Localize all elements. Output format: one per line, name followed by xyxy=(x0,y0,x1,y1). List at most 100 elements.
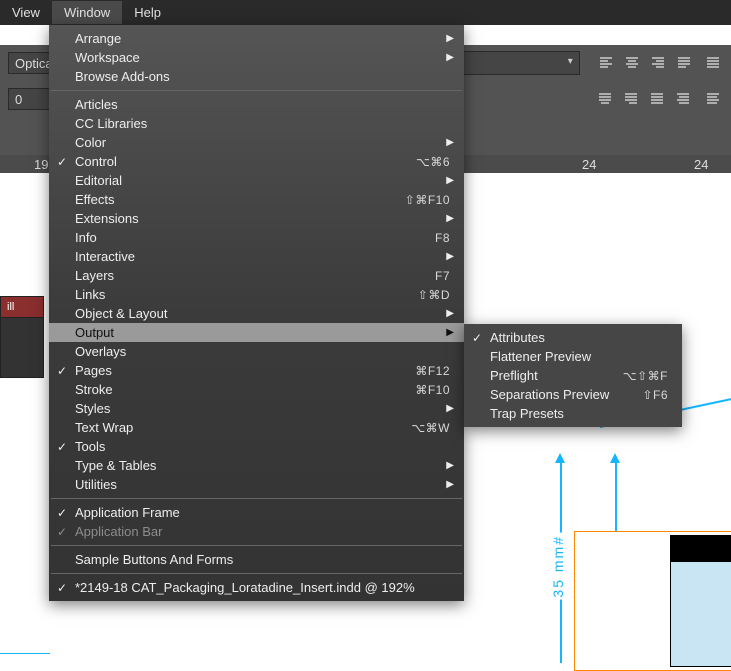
menu-item-label: Info xyxy=(75,230,435,245)
menu-item-stroke[interactable]: Stroke⌘F10 xyxy=(49,380,464,399)
menu-item-links[interactable]: Links⇧⌘D xyxy=(49,285,464,304)
align-center-button[interactable] xyxy=(620,51,644,75)
menu-item-label: Layers xyxy=(75,268,435,283)
menu-help[interactable]: Help xyxy=(122,1,173,24)
submenu-arrow-icon: ▶ xyxy=(446,52,454,63)
menu-separator xyxy=(51,90,462,91)
menu-item-label: Effects xyxy=(75,192,405,207)
menu-separator xyxy=(51,573,462,574)
menu-item-extensions[interactable]: Extensions▶ xyxy=(49,209,464,228)
menu-item-label: Control xyxy=(75,154,416,169)
menu-item-label: Text Wrap xyxy=(75,420,411,435)
menu-item-articles[interactable]: Articles xyxy=(49,95,464,114)
dimension-line xyxy=(560,463,562,663)
submenu-arrow-icon: ▶ xyxy=(446,33,454,44)
menu-item-text-wrap[interactable]: Text Wrap⌥⌘W xyxy=(49,418,464,437)
menu-item-editorial[interactable]: Editorial▶ xyxy=(49,171,464,190)
menu-item-pages[interactable]: ✓Pages⌘F12 xyxy=(49,361,464,380)
menu-item-label: Editorial xyxy=(75,173,450,188)
menu-item-control[interactable]: ✓Control⌥⌘6 xyxy=(49,152,464,171)
menu-item-application-bar: ✓Application Bar xyxy=(49,522,464,541)
justify-left-button[interactable] xyxy=(672,51,696,75)
menu-item-arrange[interactable]: Arrange▶ xyxy=(49,29,464,48)
check-icon: ✓ xyxy=(57,581,67,595)
ruler-tick: 24 xyxy=(694,157,708,172)
align-right-button[interactable] xyxy=(646,51,670,75)
check-icon: ✓ xyxy=(57,506,67,520)
menu-item-object-layout[interactable]: Object & Layout▶ xyxy=(49,304,464,323)
submenu-item-separations-preview[interactable]: Separations Preview⇧F6 xyxy=(464,385,682,404)
guide-line xyxy=(0,653,50,654)
menu-shortcut: ⌥⇧⌘F xyxy=(623,369,668,383)
window-menu-dropdown: Arrange▶Workspace▶Browse Add-onsArticles… xyxy=(49,25,464,601)
menu-item-tools[interactable]: ✓ Tools xyxy=(49,437,464,456)
menu-item-label: Color xyxy=(75,135,450,150)
menu-item-label: Tools xyxy=(75,439,450,454)
menu-item-label: Application Bar xyxy=(75,524,450,539)
menu-item-overlays[interactable]: Overlays xyxy=(49,342,464,361)
artwork-inner-frame[interactable] xyxy=(670,561,731,667)
menu-item-label: Extensions xyxy=(75,211,450,226)
justify-center-button[interactable] xyxy=(593,87,617,111)
menu-item-application-frame[interactable]: ✓Application Frame xyxy=(49,503,464,522)
dimension-label: 35 mm# xyxy=(548,533,568,600)
menu-item-styles[interactable]: Styles▶ xyxy=(49,399,464,418)
ruler-tick: 24 xyxy=(582,157,596,172)
menu-shortcut: ⇧F6 xyxy=(642,388,668,402)
submenu-item-label: Flattener Preview xyxy=(490,349,668,364)
paragraph-align-group xyxy=(594,51,696,75)
menu-item-effects[interactable]: Effects⇧⌘F10 xyxy=(49,190,464,209)
menu-item-label: Browse Add-ons xyxy=(75,69,450,84)
check-icon: ✓ xyxy=(57,364,67,378)
menu-separator xyxy=(51,498,462,499)
submenu-item-label: Preflight xyxy=(490,368,623,383)
submenu-arrow-icon: ▶ xyxy=(446,460,454,471)
menu-item-interactive[interactable]: Interactive▶ xyxy=(49,247,464,266)
menu-item-label: Links xyxy=(75,287,418,302)
menu-item-color[interactable]: Color▶ xyxy=(49,133,464,152)
chevron-down-icon: ▾ xyxy=(568,56,573,67)
submenu-item-trap-presets[interactable]: Trap Presets xyxy=(464,404,682,423)
submenu-item-flattener-preview[interactable]: Flattener Preview xyxy=(464,347,682,366)
menu-item-label: CC Libraries xyxy=(75,116,450,131)
menu-shortcut: ⌘F10 xyxy=(415,383,450,397)
menu-item-browse-add-ons[interactable]: Browse Add-ons xyxy=(49,67,464,86)
menu-item-label: Workspace xyxy=(75,50,450,65)
submenu-arrow-icon: ▶ xyxy=(446,403,454,414)
menu-item-layers[interactable]: LayersF7 xyxy=(49,266,464,285)
menu-item-label: Pages xyxy=(75,363,415,378)
justify-right-button[interactable] xyxy=(619,87,643,111)
menu-item-label: Arrange xyxy=(75,31,450,46)
align-away-spine-button[interactable] xyxy=(671,87,695,111)
menu-shortcut: F8 xyxy=(435,231,450,245)
menu-item-output[interactable]: Output▶ xyxy=(49,323,464,342)
menubar: View Window Help xyxy=(0,0,731,25)
output-submenu: ✓Attributes Flattener Preview Preflight⌥⇧⌘… xyxy=(464,324,682,427)
menu-item-2149-18-cat-packaging-loratadine-insert-indd-192[interactable]: ✓*2149-18 CAT_Packaging_Loratadine_Inser… xyxy=(49,578,464,597)
menu-item-info[interactable]: InfoF8 xyxy=(49,228,464,247)
menu-window[interactable]: Window xyxy=(52,1,122,24)
menu-view[interactable]: View xyxy=(0,1,52,24)
menu-item-type-tables[interactable]: Type & Tables▶ xyxy=(49,456,464,475)
menu-item-utilities[interactable]: Utilities▶ xyxy=(49,475,464,494)
align-left-button[interactable] xyxy=(594,51,618,75)
menu-item-label: Overlays xyxy=(75,344,450,359)
menu-item-sample-buttons-and-forms[interactable]: Sample Buttons And Forms xyxy=(49,550,464,569)
submenu-item-label: Attributes xyxy=(490,330,668,345)
submenu-arrow-icon: ▶ xyxy=(446,327,454,338)
menu-item-workspace[interactable]: Workspace▶ xyxy=(49,48,464,67)
submenu-item-attributes[interactable]: ✓Attributes xyxy=(464,328,682,347)
align-toward-spine-button[interactable] xyxy=(703,87,723,111)
menu-shortcut: ⌥⌘6 xyxy=(416,155,450,169)
justify-full-button[interactable] xyxy=(645,87,669,111)
check-icon: ✓ xyxy=(57,440,67,454)
menu-item-label: Interactive xyxy=(75,249,450,264)
submenu-arrow-icon: ▶ xyxy=(446,213,454,224)
panel-tab[interactable]: ill xyxy=(1,297,43,318)
arrowhead-icon xyxy=(610,453,620,463)
artwork-frame[interactable] xyxy=(574,531,731,671)
more-align-button[interactable] xyxy=(704,51,723,75)
menu-item-cc-libraries[interactable]: CC Libraries xyxy=(49,114,464,133)
submenu-item-preflight[interactable]: Preflight⌥⇧⌘F xyxy=(464,366,682,385)
submenu-arrow-icon: ▶ xyxy=(446,251,454,262)
